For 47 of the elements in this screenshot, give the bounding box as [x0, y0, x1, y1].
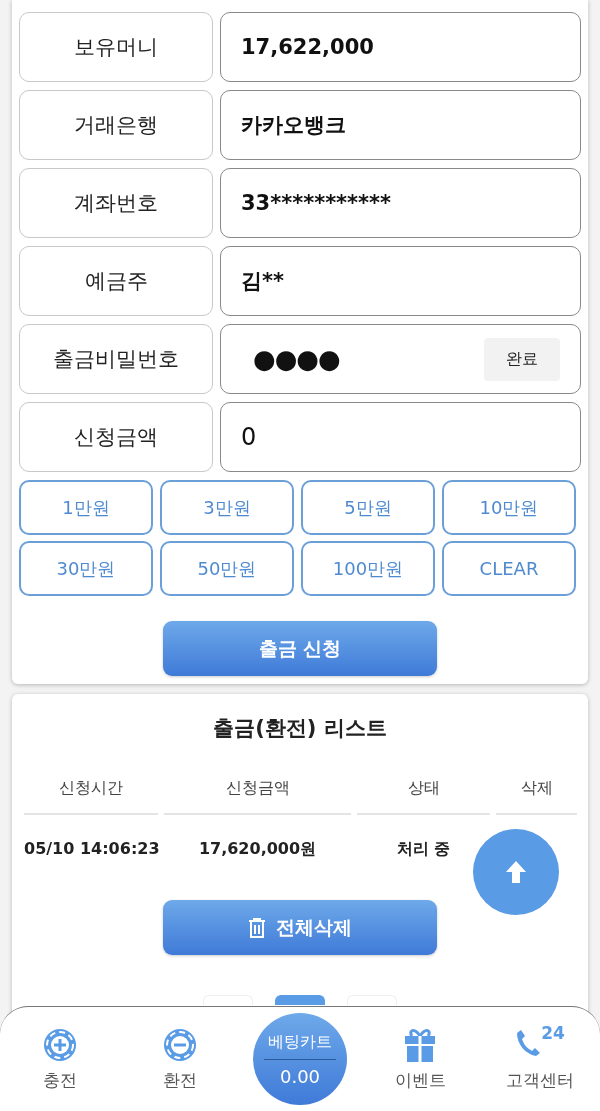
- field-value: 김**: [241, 268, 284, 295]
- arrow-up-icon: [505, 860, 527, 884]
- field-label: 보유머니: [19, 12, 213, 82]
- column-header: 신청금액: [164, 768, 351, 815]
- field-value: 33***********: [241, 191, 392, 215]
- trash-icon: [248, 917, 266, 938]
- field-label: 신청금액: [19, 402, 213, 472]
- amount-button[interactable]: 5만원: [301, 480, 435, 535]
- amount-button[interactable]: CLEAR: [442, 541, 576, 596]
- table-cell-text: 05/10 14:06:23: [24, 838, 158, 860]
- amount-button[interactable]: 50만원: [160, 541, 294, 596]
- field-value: 0: [241, 423, 257, 451]
- amount-button[interactable]: 3만원: [160, 480, 294, 535]
- amount-button[interactable]: 30만원: [19, 541, 153, 596]
- input-field[interactable]: 0: [220, 402, 581, 472]
- nav-item[interactable]: 환전: [120, 1026, 240, 1092]
- input-field[interactable]: 카카오뱅크: [220, 90, 581, 160]
- field-value: 카카오뱅크: [241, 112, 346, 139]
- field-label: 계좌번호: [19, 168, 213, 238]
- plus-chip-icon: [42, 1026, 78, 1063]
- list-title: 출금(환전) 리스트: [212, 715, 388, 742]
- field-value: 17,622,000: [241, 35, 374, 59]
- input-field[interactable]: ●●●● 완료: [220, 324, 581, 394]
- amount-button[interactable]: 100만원: [301, 541, 435, 596]
- field-label: 예금주: [19, 246, 213, 316]
- table-cell-text: 처리 중: [395, 838, 452, 860]
- amount-button[interactable]: 10만원: [442, 480, 576, 535]
- field-label: 출금비밀번호: [19, 324, 213, 394]
- column-header: 삭제: [496, 768, 577, 815]
- cart-value: 0.00: [279, 1065, 321, 1087]
- input-field[interactable]: 33***********: [220, 168, 581, 238]
- column-header: 상태: [357, 768, 490, 815]
- table-cell-text: 17,620,000원: [197, 838, 318, 860]
- gift-icon: [404, 1026, 436, 1063]
- nav-item[interactable]: 이벤트: [360, 1026, 480, 1092]
- column-header: 신청시간: [24, 768, 158, 815]
- cart-label: 베팅카트: [264, 1031, 336, 1060]
- done-button[interactable]: 완료: [484, 337, 560, 381]
- nav-item[interactable]: 충전: [0, 1026, 120, 1092]
- input-field[interactable]: 17,622,000: [220, 12, 581, 82]
- field-label: 거래은행: [19, 90, 213, 160]
- password-dots: ●●●●: [252, 344, 340, 374]
- betting-cart-button[interactable]: 베팅카트 0.00: [253, 1013, 347, 1105]
- minus-chip-icon: [162, 1026, 198, 1063]
- amount-button[interactable]: 1만원: [19, 480, 153, 535]
- input-field[interactable]: 김**: [220, 246, 581, 316]
- page-button[interactable]: [275, 995, 325, 1005]
